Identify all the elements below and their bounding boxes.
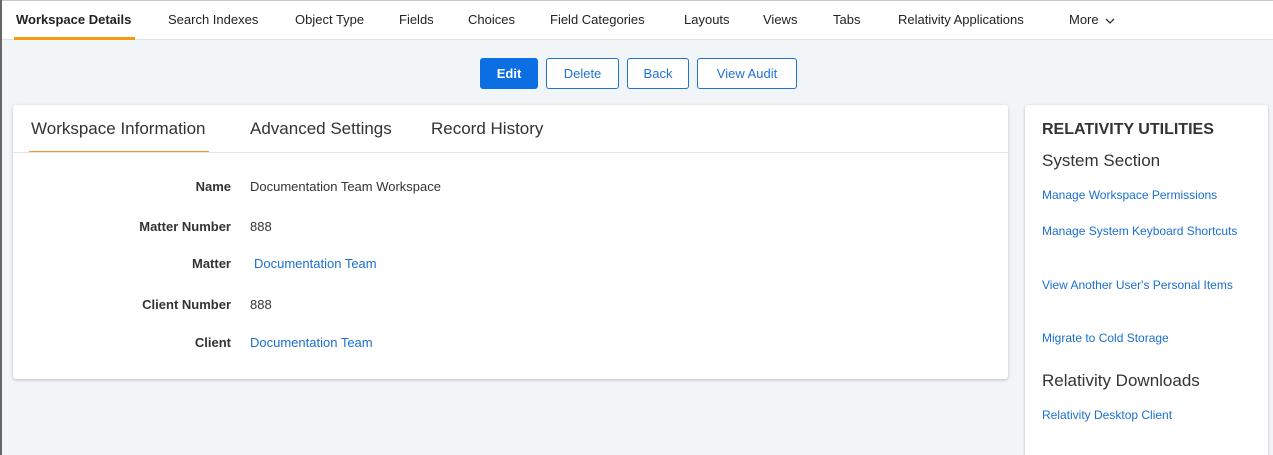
manage-system-keyboard-shortcuts-link[interactable]: Manage System Keyboard Shortcuts — [1042, 223, 1257, 240]
relativity-utilities-panel: RELATIVITY UTILITIES System Section Mana… — [1025, 105, 1268, 455]
field-label-client-number: Client Number — [142, 297, 231, 312]
system-section-heading: System Section — [1042, 151, 1161, 170]
field-value-client-link[interactable]: Documentation Team — [250, 335, 373, 350]
field-value-client-number: 888 — [250, 297, 272, 312]
tab-tabs[interactable]: Tabs — [833, 1, 860, 40]
tab-more-label: More — [1069, 12, 1099, 27]
relativity-desktop-client-link[interactable]: Relativity Desktop Client — [1042, 407, 1257, 424]
migrate-to-cold-storage-link[interactable]: Migrate to Cold Storage — [1042, 330, 1257, 347]
tab-advanced-settings[interactable]: Advanced Settings — [250, 119, 392, 139]
tab-workspace-details[interactable]: Workspace Details — [13, 1, 136, 40]
tab-workspace-information[interactable]: Workspace Information — [28, 119, 210, 153]
top-tab-bar: Workspace Details Search Indexes Object … — [2, 1, 1273, 40]
utilities-title: RELATIVITY UTILITIES — [1042, 121, 1214, 138]
back-button[interactable]: Back — [627, 58, 689, 89]
field-label-name: Name — [195, 179, 231, 194]
manage-workspace-permissions-link[interactable]: Manage Workspace Permissions — [1042, 187, 1257, 204]
tab-divider — [13, 152, 1008, 153]
window-left-border — [0, 0, 2, 455]
field-value-name: Documentation Team Workspace — [250, 179, 442, 194]
tab-relativity-applications[interactable]: Relativity Applications — [898, 1, 1024, 40]
tab-field-categories[interactable]: Field Categories — [550, 1, 645, 40]
relativity-downloads-heading: Relativity Downloads — [1042, 371, 1200, 390]
view-audit-button[interactable]: View Audit — [697, 58, 797, 89]
delete-button[interactable]: Delete — [546, 58, 619, 89]
workspace-details-card: Workspace Information Advanced Settings … — [13, 105, 1008, 379]
tab-object-type[interactable]: Object Type — [295, 1, 364, 40]
field-value-matter-number: 888 — [250, 219, 272, 234]
tab-choices[interactable]: Choices — [468, 1, 515, 40]
tab-views[interactable]: Views — [763, 1, 797, 40]
tab-search-indexes[interactable]: Search Indexes — [168, 1, 258, 40]
field-label-matter-number: Matter Number — [139, 219, 231, 234]
field-label-client: Client — [194, 335, 231, 350]
view-another-users-personal-items-link[interactable]: View Another User's Personal Items — [1042, 277, 1257, 294]
tab-fields[interactable]: Fields — [399, 1, 434, 40]
chevron-down-icon — [1105, 18, 1115, 24]
tab-more[interactable]: More — [1069, 1, 1115, 40]
field-label-matter: Matter — [191, 256, 231, 271]
edit-button[interactable]: Edit — [480, 58, 538, 89]
tab-record-history[interactable]: Record History — [431, 119, 543, 139]
tab-layouts[interactable]: Layouts — [684, 1, 730, 40]
field-value-matter-link[interactable]: Documentation Team — [254, 256, 377, 271]
